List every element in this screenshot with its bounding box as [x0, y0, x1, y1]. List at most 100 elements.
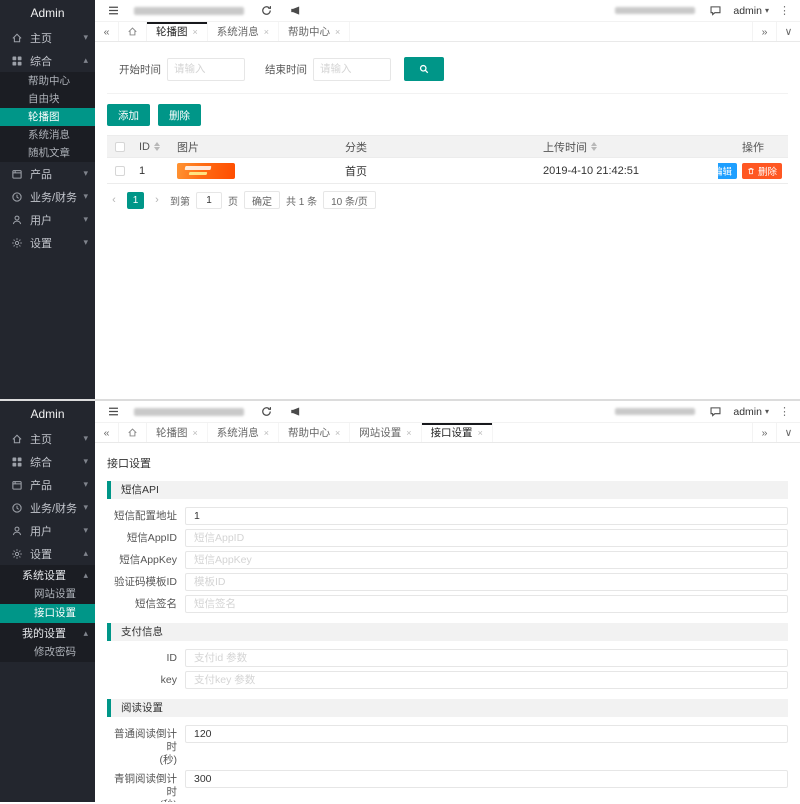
tab-interface-settings[interactable]: 接口设置×	[422, 423, 493, 442]
col-category: 分类	[339, 139, 537, 155]
tabs-dropdown-icon[interactable]: ∨	[776, 22, 800, 41]
row-delete-button[interactable]: 删除	[742, 163, 782, 179]
prev-page-icon[interactable]: ‹	[107, 194, 121, 206]
chevron-up-icon: ▴	[83, 629, 88, 638]
start-time-input[interactable]	[167, 58, 245, 81]
user-menu[interactable]: admin	[733, 5, 762, 17]
end-time-label: 结束时间	[265, 62, 307, 77]
sidebar-item-site-settings[interactable]: 网站设置	[0, 585, 95, 604]
row-id: 1	[133, 165, 171, 177]
close-icon[interactable]: ×	[264, 27, 269, 37]
sidebar-item-products[interactable]: 产品 ▾	[0, 162, 95, 185]
tab-carousel[interactable]: 轮播图 ×	[147, 22, 208, 41]
home-tab[interactable]	[119, 22, 147, 41]
megaphone-icon[interactable]	[289, 4, 302, 17]
sidebar-item-help-center[interactable]: 帮助中心	[0, 72, 95, 90]
more-vertical-icon[interactable]: ⋮	[779, 405, 790, 418]
edit-button[interactable]: 编辑	[718, 163, 737, 179]
tab-help-center[interactable]: 帮助中心 ×	[279, 22, 350, 41]
sort-icon[interactable]	[154, 142, 160, 151]
close-icon[interactable]: ×	[193, 428, 198, 438]
jump-page-input[interactable]	[196, 192, 222, 209]
sidebar-item-settings[interactable]: 设置 ▾	[0, 231, 95, 254]
normal-reading-countdown-input[interactable]	[185, 725, 788, 743]
payment-key-input[interactable]	[185, 671, 788, 689]
row-checkbox[interactable]	[115, 166, 125, 176]
megaphone-icon[interactable]	[289, 405, 302, 418]
next-page-icon[interactable]: ›	[150, 194, 164, 206]
more-vertical-icon[interactable]: ⋮	[779, 4, 790, 17]
sidebar-item-interface-settings[interactable]: 接口设置	[0, 604, 95, 623]
sidebar-item-users[interactable]: 用户 ▾	[0, 519, 95, 542]
chevron-down-icon: ▾	[83, 526, 88, 535]
sms-appid-input[interactable]	[185, 529, 788, 547]
home-icon	[127, 26, 138, 37]
refresh-icon[interactable]	[260, 405, 273, 418]
tabs-collapse-icon[interactable]: «	[95, 22, 119, 41]
section-sms-api: 短信API	[107, 481, 788, 499]
sms-appkey-input[interactable]	[185, 551, 788, 569]
tab-help-center[interactable]: 帮助中心×	[279, 423, 350, 442]
field-label: 短信配置地址	[107, 507, 185, 523]
carousel-table: ID 图片 分类 上传时间 操作 1 首页 2019-4-10 21:42:51…	[107, 135, 788, 184]
sidebar-item-label: 业务/财务	[30, 189, 83, 205]
tab-system-messages[interactable]: 系统消息 ×	[208, 22, 279, 41]
chat-icon[interactable]	[709, 405, 722, 418]
tabs-dropdown-icon[interactable]: ∨	[776, 423, 800, 442]
tab-system-messages[interactable]: 系统消息×	[208, 423, 279, 442]
tab-carousel[interactable]: 轮播图×	[147, 423, 208, 442]
sidebar-item-change-password[interactable]: 修改密码	[0, 643, 95, 662]
sidebar-item-settings[interactable]: 设置 ▴	[0, 542, 95, 565]
sidebar-item-users[interactable]: 用户 ▾	[0, 208, 95, 231]
end-time-input[interactable]	[313, 58, 391, 81]
sidebar-item-business-finance[interactable]: 业务/财务 ▾	[0, 496, 95, 519]
close-icon[interactable]: ×	[264, 428, 269, 438]
refresh-icon[interactable]	[260, 4, 273, 17]
select-all-checkbox[interactable]	[115, 142, 125, 152]
sms-config-url-input[interactable]	[185, 507, 788, 525]
add-button[interactable]: 添加	[107, 104, 150, 126]
gear-icon	[11, 548, 23, 560]
tabs-expand-icon[interactable]: »	[752, 423, 776, 442]
sidebar-item-business-finance[interactable]: 业务/财务 ▾	[0, 185, 95, 208]
delete-button[interactable]: 删除	[158, 104, 201, 126]
sort-icon[interactable]	[591, 142, 597, 151]
close-icon[interactable]: ×	[335, 27, 340, 37]
sidebar-item-products[interactable]: 产品 ▾	[0, 473, 95, 496]
page-size-select[interactable]: 10 条/页	[323, 191, 376, 209]
close-icon[interactable]: ×	[406, 428, 411, 438]
menu-toggle-icon[interactable]	[107, 405, 120, 418]
tabs-expand-icon[interactable]: »	[752, 22, 776, 41]
user-menu[interactable]: admin	[733, 406, 762, 418]
form-row: 短信AppID	[107, 529, 788, 547]
sidebar-group-label: 我的设置	[22, 625, 83, 641]
tabs-collapse-icon[interactable]: «	[95, 423, 119, 442]
sidebar-item-home[interactable]: 主页 ▾	[0, 26, 95, 49]
bronze-reading-countdown-input[interactable]	[185, 770, 788, 788]
sidebar-item-general[interactable]: 综合 ▾	[0, 450, 95, 473]
payment-id-input[interactable]	[185, 649, 788, 667]
tab-site-settings[interactable]: 网站设置×	[350, 423, 421, 442]
sidebar-item-system-messages[interactable]: 系统消息	[0, 126, 95, 144]
sidebar-item-free-block[interactable]: 自由块	[0, 90, 95, 108]
field-label: 短信AppID	[107, 529, 185, 545]
home-icon	[11, 433, 23, 445]
close-icon[interactable]: ×	[193, 27, 198, 37]
sms-signature-input[interactable]	[185, 595, 788, 613]
chat-icon[interactable]	[709, 4, 722, 17]
current-page[interactable]: 1	[127, 192, 144, 209]
chevron-down-icon: ▾	[83, 503, 88, 512]
jump-confirm-button[interactable]: 确定	[244, 191, 280, 209]
close-icon[interactable]: ×	[478, 428, 483, 438]
captcha-template-id-input[interactable]	[185, 573, 788, 591]
sidebar-group-my-settings[interactable]: 我的设置 ▴	[0, 623, 95, 643]
sidebar-item-random-articles[interactable]: 随机文章	[0, 144, 95, 162]
menu-toggle-icon[interactable]	[107, 4, 120, 17]
sidebar-group-system-settings[interactable]: 系统设置 ▴	[0, 565, 95, 585]
close-icon[interactable]: ×	[335, 428, 340, 438]
search-button[interactable]	[404, 57, 444, 81]
sidebar-item-home[interactable]: 主页 ▾	[0, 427, 95, 450]
sidebar-item-carousel[interactable]: 轮播图	[0, 108, 95, 126]
home-tab[interactable]	[119, 423, 147, 442]
sidebar-item-general[interactable]: 综合 ▴	[0, 49, 95, 72]
